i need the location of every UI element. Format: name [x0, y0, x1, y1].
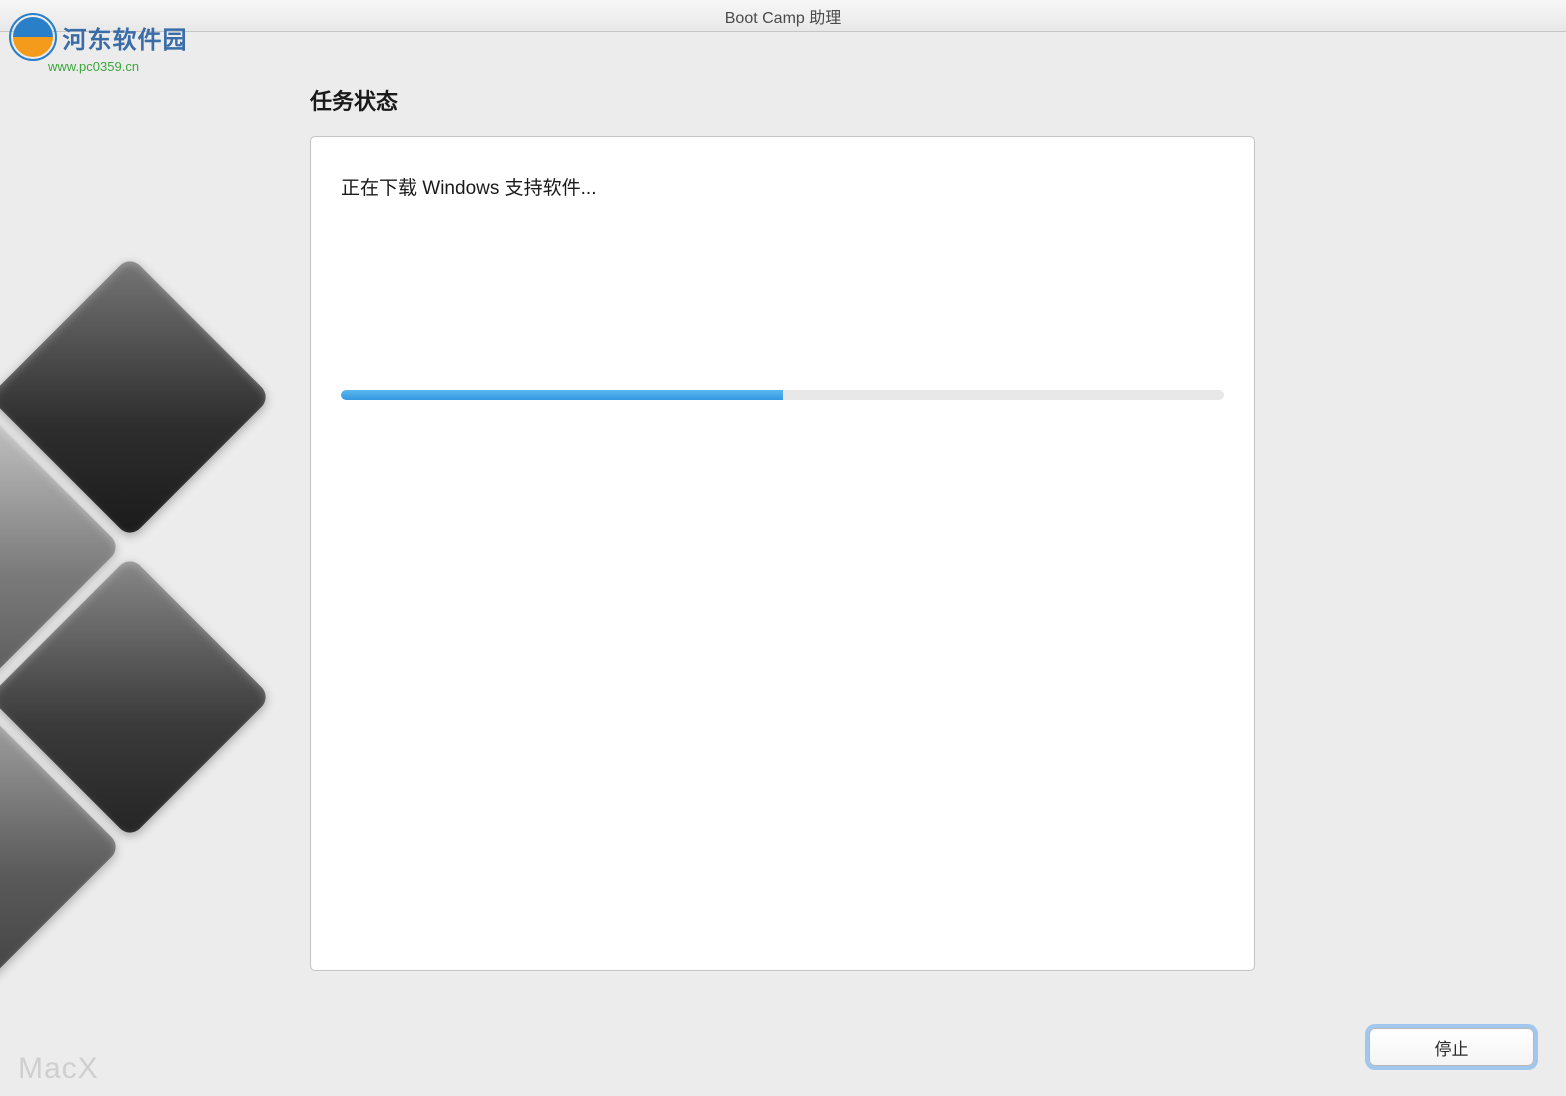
- watermark-bottom-left: MacX: [18, 1052, 99, 1086]
- watermark-site-name: 河东软件园: [62, 20, 187, 55]
- window-body: 河东软件园 www.pc0359.cn 任务状态 正在下载 Windows 支持…: [0, 32, 1566, 1096]
- content-area: 任务状态 正在下载 Windows 支持软件...: [310, 84, 1265, 971]
- bootcamp-diamond-icon: [0, 227, 325, 927]
- watermark-top-left: 河东软件园 www.pc0359.cn: [8, 12, 187, 74]
- section-title: 任务状态: [310, 84, 1265, 116]
- title-bar: Boot Camp 助理: [0, 0, 1566, 32]
- watermark-logo-icon: [8, 12, 58, 62]
- status-message: 正在下载 Windows 支持软件...: [341, 173, 1224, 200]
- stop-button[interactable]: 停止: [1369, 1028, 1534, 1066]
- window-title: Boot Camp 助理: [725, 4, 842, 28]
- content-box: 正在下载 Windows 支持软件...: [310, 136, 1255, 971]
- button-row: 停止: [1369, 1028, 1534, 1066]
- watermark-site-url: www.pc0359.cn: [48, 59, 187, 74]
- progress-bar-fill: [341, 390, 783, 400]
- progress-bar: [341, 390, 1224, 400]
